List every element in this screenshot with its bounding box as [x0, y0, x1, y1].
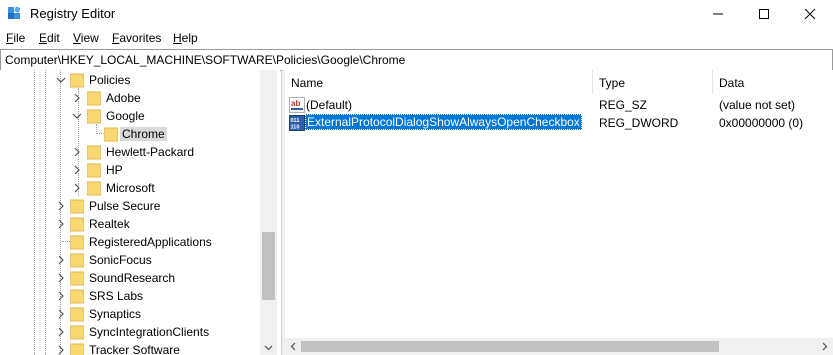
- menu-bar: File Edit View Favorites Help: [0, 29, 833, 49]
- folder-icon: [87, 91, 101, 106]
- menu-edit[interactable]: Edit: [39, 31, 60, 45]
- chevron-right-icon[interactable]: [56, 272, 66, 284]
- chevron-right-icon[interactable]: [56, 344, 66, 355]
- minimize-button[interactable]: [695, 0, 741, 28]
- svg-text:110: 110: [291, 125, 300, 131]
- tree-item-tracker-software[interactable]: Tracker Software: [0, 341, 260, 355]
- menu-help[interactable]: Help: [173, 31, 198, 45]
- tree-item-sonicfocus[interactable]: SonicFocus: [0, 251, 260, 269]
- tree-vertical-scrollbar[interactable]: [260, 70, 277, 355]
- folder-icon: [70, 289, 84, 304]
- string-value-icon: ab: [289, 97, 305, 113]
- menu-file[interactable]: File: [6, 31, 25, 45]
- tree-item-realtek[interactable]: Realtek: [0, 215, 260, 233]
- folder-icon: [70, 217, 84, 232]
- tree-item-syncintegrationclients[interactable]: SyncIntegrationClients: [0, 323, 260, 341]
- folder-icon: [70, 199, 84, 214]
- scrollbar-thumb[interactable]: [301, 341, 719, 352]
- chevron-right-icon[interactable]: [56, 326, 66, 338]
- folder-icon: [87, 163, 101, 178]
- tree-item-hewlett-packard[interactable]: Hewlett-Packard: [0, 143, 260, 161]
- scrollbar-thumb[interactable]: [262, 232, 275, 300]
- svg-text:011: 011: [291, 118, 300, 124]
- tree-item-policies[interactable]: Policies: [0, 71, 260, 89]
- window-title: Registry Editor: [30, 6, 116, 21]
- scroll-right-arrow-icon[interactable]: [819, 341, 830, 352]
- list-horizontal-scrollbar[interactable]: [285, 338, 833, 355]
- column-header-type[interactable]: Type: [593, 70, 713, 94]
- tree-item-chrome[interactable]: Chrome: [0, 125, 260, 143]
- minimize-icon: [713, 13, 723, 15]
- value-row-default[interactable]: ab (Default) REG_SZ (value not set): [285, 96, 833, 114]
- chevron-down-icon[interactable]: [56, 74, 66, 86]
- address-path[interactable]: Computer\HKEY_LOCAL_MACHINE\SOFTWARE\Pol…: [5, 53, 405, 67]
- svg-text:ab: ab: [291, 99, 300, 108]
- value-row-externalprotocoldialog[interactable]: 011 110 ExternalProtocolDialogShowAlways…: [285, 114, 833, 132]
- tree-item-synaptics[interactable]: Synaptics: [0, 305, 260, 323]
- tree-item-registeredapplications[interactable]: RegisteredApplications: [0, 233, 260, 251]
- close-button[interactable]: [787, 0, 833, 28]
- tree-item-microsoft[interactable]: Microsoft: [0, 179, 260, 197]
- registry-editor-icon: [7, 6, 23, 22]
- address-bar[interactable]: Computer\HKEY_LOCAL_MACHINE\SOFTWARE\Pol…: [0, 49, 833, 71]
- chevron-right-icon[interactable]: [56, 308, 66, 320]
- menu-favorites[interactable]: Favorites: [112, 31, 161, 45]
- values-list[interactable]: Name Type Data ab (Default) REG_SZ (valu…: [285, 70, 833, 355]
- tree-item-hp[interactable]: HP: [0, 161, 260, 179]
- title-bar: Registry Editor: [0, 0, 833, 28]
- menu-view[interactable]: View: [73, 31, 99, 45]
- folder-icon: [87, 181, 101, 196]
- folder-icon: [87, 145, 101, 160]
- chevron-right-icon[interactable]: [72, 182, 82, 194]
- folder-icon: [70, 235, 84, 250]
- chevron-right-icon[interactable]: [56, 200, 66, 212]
- chevron-down-icon[interactable]: [72, 110, 82, 122]
- column-header-data[interactable]: Data: [713, 70, 833, 94]
- folder-icon: [70, 253, 84, 268]
- close-icon: [804, 8, 816, 20]
- chevron-right-icon[interactable]: [72, 146, 82, 158]
- scroll-down-arrow-icon[interactable]: [263, 342, 274, 353]
- maximize-button[interactable]: [741, 0, 787, 28]
- folder-icon: [70, 325, 84, 340]
- scroll-left-arrow-icon[interactable]: [288, 341, 299, 352]
- folder-icon: [104, 127, 118, 142]
- tree-item-google[interactable]: Google: [0, 107, 260, 125]
- folder-icon: [70, 307, 84, 322]
- folder-icon: [87, 109, 101, 124]
- chevron-right-icon[interactable]: [72, 92, 82, 104]
- chevron-right-icon[interactable]: [56, 218, 66, 230]
- tree-item-adobe[interactable]: Adobe: [0, 89, 260, 107]
- chevron-right-icon[interactable]: [56, 290, 66, 302]
- folder-icon: [70, 73, 84, 88]
- folder-icon: [70, 271, 84, 286]
- tree-item-soundresearch[interactable]: SoundResearch: [0, 269, 260, 287]
- chevron-right-icon[interactable]: [72, 164, 82, 176]
- chevron-right-icon[interactable]: [56, 254, 66, 266]
- registry-tree[interactable]: Policies Adobe Google Chrome Hewlett-Pac…: [0, 70, 280, 355]
- tree-item-srs-labs[interactable]: SRS Labs: [0, 287, 260, 305]
- folder-icon: [70, 343, 84, 355]
- column-header-name[interactable]: Name: [285, 70, 592, 94]
- maximize-icon: [759, 9, 769, 19]
- dword-value-icon: 011 110: [289, 115, 305, 131]
- tree-item-pulse-secure[interactable]: Pulse Secure: [0, 197, 260, 215]
